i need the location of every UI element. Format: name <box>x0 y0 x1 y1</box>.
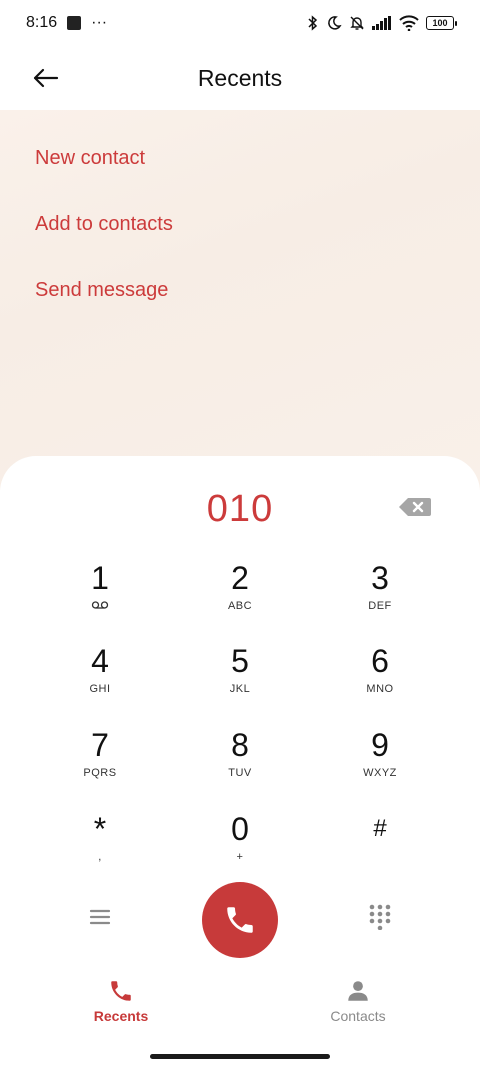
key-9[interactable]: 9 WXYZ <box>320 727 440 803</box>
bell-off-icon <box>350 16 364 30</box>
page-title: Recents <box>197 64 283 91</box>
key-7[interactable]: 7 PQRS <box>40 727 160 803</box>
tab-recents[interactable]: Recents <box>61 978 181 1024</box>
battery-icon: 100 <box>426 16 457 30</box>
key-2[interactable]: 2 ABC <box>180 560 300 636</box>
key-letters: DEF <box>368 600 392 612</box>
key-5[interactable]: 5 JKL <box>180 643 300 719</box>
key-letters: MNO <box>366 683 394 695</box>
key-letters: WXYZ <box>363 767 397 779</box>
key-letters: TUV <box>228 767 252 779</box>
voicemail-icon <box>91 601 109 609</box>
key-8[interactable]: 8 TUV <box>180 727 300 803</box>
actions-area: New contact Add to contacts Send message <box>0 110 480 490</box>
backspace-icon <box>399 498 431 516</box>
back-arrow-icon <box>33 68 59 88</box>
person-icon <box>348 981 368 1001</box>
tab-label: Recents <box>93 1008 149 1024</box>
status-bar: 8:16 ··· 100 <box>0 0 480 46</box>
phone-icon <box>111 981 131 1001</box>
key-digit: 9 <box>371 727 389 763</box>
key-hash[interactable]: # <box>320 811 440 887</box>
status-left: 8:16 ··· <box>26 14 107 32</box>
menu-button[interactable] <box>88 905 112 929</box>
dialpad-icon <box>369 904 391 931</box>
bluetooth-icon <box>308 15 318 31</box>
key-digit: 0 <box>231 811 249 847</box>
menu-icon <box>89 909 111 925</box>
key-star[interactable]: * , <box>40 811 160 887</box>
key-letters: PQRS <box>83 767 117 779</box>
key-digit: * <box>93 811 107 847</box>
key-letters: + <box>236 851 244 863</box>
wifi-icon <box>399 15 419 31</box>
tab-label: Contacts <box>330 1008 386 1024</box>
status-time: 8:16 <box>26 14 58 31</box>
key-6[interactable]: 6 MNO <box>320 643 440 719</box>
signal-icon <box>372 16 391 30</box>
key-3[interactable]: 3 DEF <box>320 560 440 636</box>
key-1[interactable]: 1 <box>40 560 160 636</box>
key-digit: # <box>373 815 387 842</box>
key-digit: 5 <box>231 643 249 679</box>
key-digit: 3 <box>371 560 389 596</box>
call-button[interactable] <box>202 882 278 958</box>
key-digit: 8 <box>231 727 249 763</box>
tab-contacts[interactable]: Contacts <box>298 978 418 1024</box>
key-digit: 4 <box>91 643 109 679</box>
key-letters: ABC <box>227 600 253 612</box>
new-contact-link[interactable]: New contact <box>35 147 145 170</box>
moon-icon <box>328 16 342 30</box>
key-digit: 1 <box>91 560 109 596</box>
key-letters: , <box>98 851 102 863</box>
key-0[interactable]: 0 + <box>180 811 300 887</box>
status-right: 100 <box>307 15 457 31</box>
battery-level: 100 <box>432 18 448 28</box>
key-4[interactable]: 4 GHI <box>40 643 160 719</box>
key-digit: 7 <box>91 727 109 763</box>
status-overflow: ··· <box>91 14 108 31</box>
key-digit: 2 <box>231 560 249 596</box>
key-letters: GHI <box>89 683 111 695</box>
dialpad-toggle-button[interactable] <box>368 904 392 931</box>
key-digit: 6 <box>371 643 389 679</box>
app-header: Recents <box>0 46 480 110</box>
back-button[interactable] <box>28 60 64 96</box>
key-letters: JKL <box>229 683 251 695</box>
send-message-link[interactable]: Send message <box>35 279 168 302</box>
home-indicator[interactable] <box>150 1054 330 1059</box>
phone-icon <box>227 907 253 933</box>
add-to-contacts-link[interactable]: Add to contacts <box>35 213 173 236</box>
backspace-button[interactable] <box>398 496 432 518</box>
notification-icon <box>67 16 82 30</box>
